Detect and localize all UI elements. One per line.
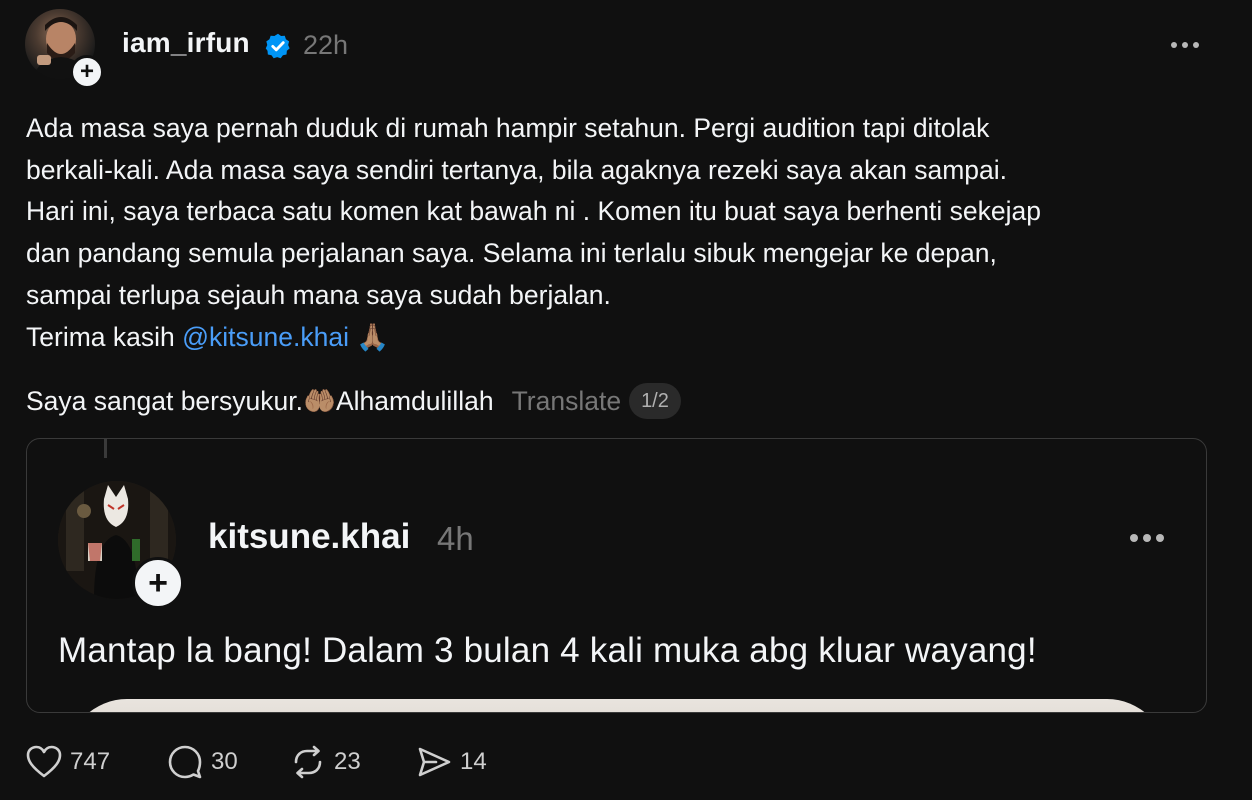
author-avatar[interactable]: + (25, 9, 104, 89)
caption-line: Ada masa saya pernah duduk di rumah hamp… (26, 113, 990, 143)
comment-bubble-icon (168, 745, 202, 779)
caption-line: dan pandang semula perjalanan saya. Sela… (26, 238, 997, 269)
follow-author-plus-icon[interactable]: + (70, 55, 104, 89)
quoted-post-text: Mantap la bang! Dalam 3 bulan 4 kali muk… (58, 631, 1037, 670)
page-indicator-badge: 1/2 (629, 383, 681, 419)
quoted-author-avatar[interactable]: + (58, 481, 184, 609)
pray-emoji: 🙏🏽 (356, 321, 390, 353)
repost-icon (294, 745, 322, 779)
repost-button[interactable]: 23 (290, 742, 361, 782)
follow-quoted-author-plus-icon[interactable]: + (132, 557, 184, 609)
translate-button[interactable]: Translate (512, 386, 621, 417)
quoted-post-more-options-icon[interactable] (1130, 528, 1164, 548)
caption-line: berkali-kali. Ada masa saya sendiri tert… (26, 154, 1008, 185)
post-caption: Ada masa saya pernah duduk di rumah hamp… (26, 108, 1226, 358)
like-count: 747 (70, 748, 111, 775)
quoted-post-card[interactable]: + kitsune.khai 4h Mantap la bang! Dalam … (26, 438, 1207, 713)
post-more-options-icon[interactable] (1171, 35, 1199, 55)
heart-icon (26, 745, 62, 778)
share-count: 14 (460, 748, 487, 775)
like-button[interactable]: 747 (26, 742, 110, 782)
post-timestamp: 22h (303, 30, 349, 60)
repost-count: 23 (334, 748, 361, 775)
author-username[interactable]: iam_irfun (122, 27, 250, 59)
share-button[interactable]: 14 (416, 742, 487, 782)
hands-emoji: 🤲🏽 (302, 385, 336, 417)
verified-badge-icon (265, 33, 290, 59)
threads-post: + iam_irfun 22h Ada masa saya pernah dud… (0, 0, 1252, 800)
mention-link[interactable]: @kitsune.khai (182, 322, 349, 352)
thanks-text: Terima kasih (26, 321, 183, 352)
caption-second-paragraph: Saya sangat bersyukur. 🤲🏽 Alhamdulillah T… (26, 380, 681, 422)
quoted-post-timestamp: 4h (437, 520, 474, 557)
caption-line: sampai terlupa sejauh mana saya sudah be… (26, 279, 611, 310)
reply-count: 30 (211, 748, 238, 775)
quoted-author-username[interactable]: kitsune.khai (208, 517, 410, 557)
caption-line: Hari ini, saya terbaca satu komen kat ba… (26, 196, 1041, 227)
send-paper-plane-icon (418, 747, 451, 777)
quoted-post-media[interactable] (67, 699, 1167, 712)
grateful-text: Saya sangat bersyukur. (26, 385, 303, 416)
alhamdulillah-text: Alhamdulillah (335, 385, 494, 416)
thanks-line: Terima kasih @kitsune.khai 🙏🏽 (26, 317, 1226, 359)
reply-button[interactable]: 30 (167, 742, 238, 782)
